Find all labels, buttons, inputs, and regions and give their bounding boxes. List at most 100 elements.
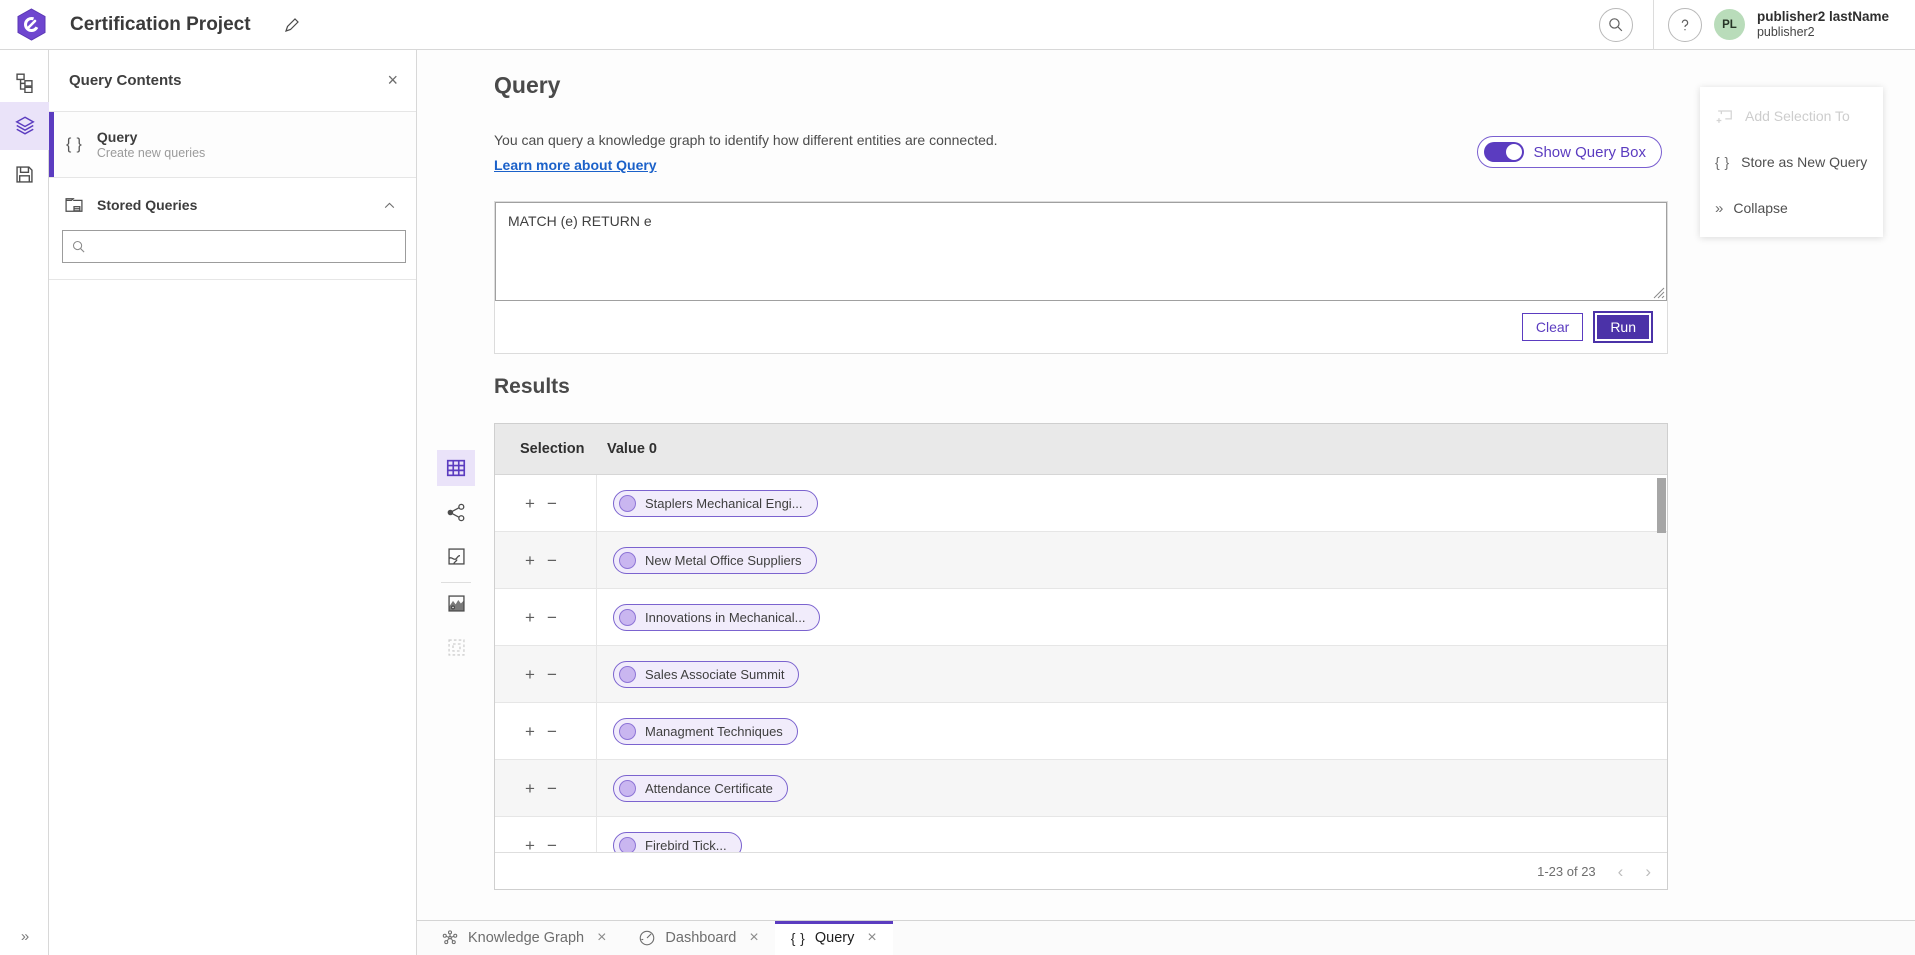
tab-query[interactable]: { } Query × (775, 921, 893, 955)
remove-from-selection-button[interactable]: − (547, 495, 557, 512)
entity-pill[interactable]: Firebird Tick... (613, 832, 742, 853)
edit-title-button[interactable] (283, 16, 301, 34)
map-view-button[interactable] (437, 538, 475, 574)
left-rail: » (0, 50, 49, 955)
remove-from-selection-button[interactable]: − (547, 780, 557, 797)
clear-button[interactable]: Clear (1522, 313, 1583, 341)
rail-item-contents[interactable] (0, 102, 49, 150)
selection-cell: + − (495, 589, 597, 645)
add-to-selection-button[interactable]: + (525, 609, 535, 626)
add-to-selection-button[interactable]: + (525, 666, 535, 683)
entity-dot-icon (619, 495, 636, 512)
close-icon[interactable]: × (867, 929, 876, 947)
show-query-box-toggle[interactable]: Show Query Box (1477, 136, 1662, 168)
entity-label: Attendance Certificate (645, 781, 773, 796)
add-to-selection-button[interactable]: + (525, 780, 535, 797)
dashboard-icon (638, 929, 656, 947)
remove-from-selection-button[interactable]: − (547, 723, 557, 740)
link-chart-icon (446, 502, 467, 523)
results-view-strip (437, 450, 475, 665)
pagination-prev-button[interactable]: ‹ (1618, 863, 1624, 880)
view-strip-divider (441, 582, 471, 583)
panel-close-button[interactable]: × (387, 70, 398, 91)
link-chart-view-button[interactable] (437, 494, 475, 530)
query-input[interactable]: MATCH (e) RETURN e (495, 202, 1667, 301)
entity-pill[interactable]: Staplers Mechanical Engi... (613, 490, 818, 517)
entity-dot-icon (619, 609, 636, 626)
panel-title: Query Contents (69, 72, 182, 89)
entity-pill[interactable]: Managment Techniques (613, 718, 798, 745)
table-row: + − Managment Techniques (495, 703, 1667, 760)
help-button[interactable] (1668, 8, 1702, 42)
close-icon[interactable]: × (749, 929, 758, 947)
add-to-selection-button[interactable]: + (525, 552, 535, 569)
remove-from-selection-button[interactable]: − (547, 666, 557, 683)
query-page-title: Query (494, 72, 560, 99)
layout-view-button-disabled (437, 629, 475, 665)
add-selection-label: Add Selection To (1745, 108, 1850, 124)
rail-item-save[interactable] (0, 150, 49, 198)
add-to-selection-button[interactable]: + (525, 837, 535, 853)
collapse-item[interactable]: » Collapse (1700, 185, 1883, 231)
value-cell: Firebird Tick... (597, 832, 742, 853)
search-icon (71, 239, 86, 254)
global-search-button[interactable] (1599, 8, 1633, 42)
remove-from-selection-button[interactable]: − (547, 837, 557, 853)
collapse-label: Collapse (1733, 200, 1787, 216)
avatar[interactable]: PL (1714, 9, 1745, 40)
rail-item-data-model[interactable] (0, 62, 49, 102)
toggle-label: Show Query Box (1533, 144, 1646, 161)
query-box: MATCH (e) RETURN e Clear Run (494, 201, 1668, 354)
add-to-selection-button[interactable]: + (525, 495, 535, 512)
close-icon[interactable]: × (597, 929, 606, 947)
run-button[interactable]: Run (1595, 313, 1651, 341)
layers-icon (14, 115, 36, 137)
chevron-up-icon (383, 199, 396, 212)
entity-dot-icon (619, 552, 636, 569)
entity-label: Innovations in Mechanical... (645, 610, 805, 625)
tab-dashboard[interactable]: Dashboard × (622, 921, 774, 955)
selection-cell: + − (495, 703, 597, 759)
vertical-scrollbar-thumb[interactable] (1657, 478, 1666, 533)
entity-dot-icon (619, 723, 636, 740)
topbar-divider (1653, 0, 1654, 50)
entity-pill[interactable]: New Metal Office Suppliers (613, 547, 817, 574)
store-as-new-query-item[interactable]: { } Store as New Query (1700, 139, 1883, 185)
store-query-label: Store as New Query (1741, 154, 1867, 170)
value-cell: Staplers Mechanical Engi... (597, 490, 818, 517)
query-description: You can query a knowledge graph to ident… (494, 132, 998, 148)
query-contents-panel: Query Contents × { } Query Create new qu… (49, 50, 417, 955)
new-map-view-button[interactable] (437, 585, 475, 621)
entity-dot-icon (619, 837, 636, 853)
search-icon (1607, 16, 1624, 33)
pagination-next-button[interactable]: › (1645, 863, 1651, 880)
stored-queries-header[interactable]: Stored Queries (49, 188, 416, 222)
remove-from-selection-button[interactable]: − (547, 609, 557, 626)
entity-pill[interactable]: Sales Associate Summit (613, 661, 799, 688)
entity-pill[interactable]: Attendance Certificate (613, 775, 788, 802)
layout-icon (446, 637, 467, 658)
column-header-value0: Value 0 (597, 441, 657, 457)
add-to-selection-button[interactable]: + (525, 723, 535, 740)
pagination-range: 1-23 of 23 (1537, 864, 1596, 879)
learn-more-link[interactable]: Learn more about Query (494, 157, 657, 173)
tab-knowledge-graph[interactable]: Knowledge Graph × (425, 921, 622, 955)
selection-cell: + − (495, 646, 597, 702)
remove-from-selection-button[interactable]: − (547, 552, 557, 569)
expand-rail-button[interactable]: » (0, 928, 49, 945)
panel-section-divider (49, 279, 416, 280)
resize-handle[interactable] (1653, 287, 1665, 299)
value-cell: Sales Associate Summit (597, 661, 799, 688)
table-row: + − New Metal Office Suppliers (495, 532, 1667, 589)
table-row: + − Attendance Certificate (495, 760, 1667, 817)
panel-item-query[interactable]: { } Query Create new queries (49, 112, 416, 178)
results-table: Selection Value 0 + − Staplers Mechanica… (494, 423, 1668, 890)
table-view-button[interactable] (437, 450, 475, 486)
top-bar: Certification Project PL publisher2 last… (0, 0, 1915, 50)
braces-icon: { } (791, 930, 806, 946)
tab-label: Knowledge Graph (468, 930, 584, 946)
schema-icon (14, 72, 35, 93)
entity-pill[interactable]: Innovations in Mechanical... (613, 604, 820, 631)
stored-queries-search-input[interactable] (94, 239, 397, 254)
table-row: + − Staplers Mechanical Engi... (495, 475, 1667, 532)
